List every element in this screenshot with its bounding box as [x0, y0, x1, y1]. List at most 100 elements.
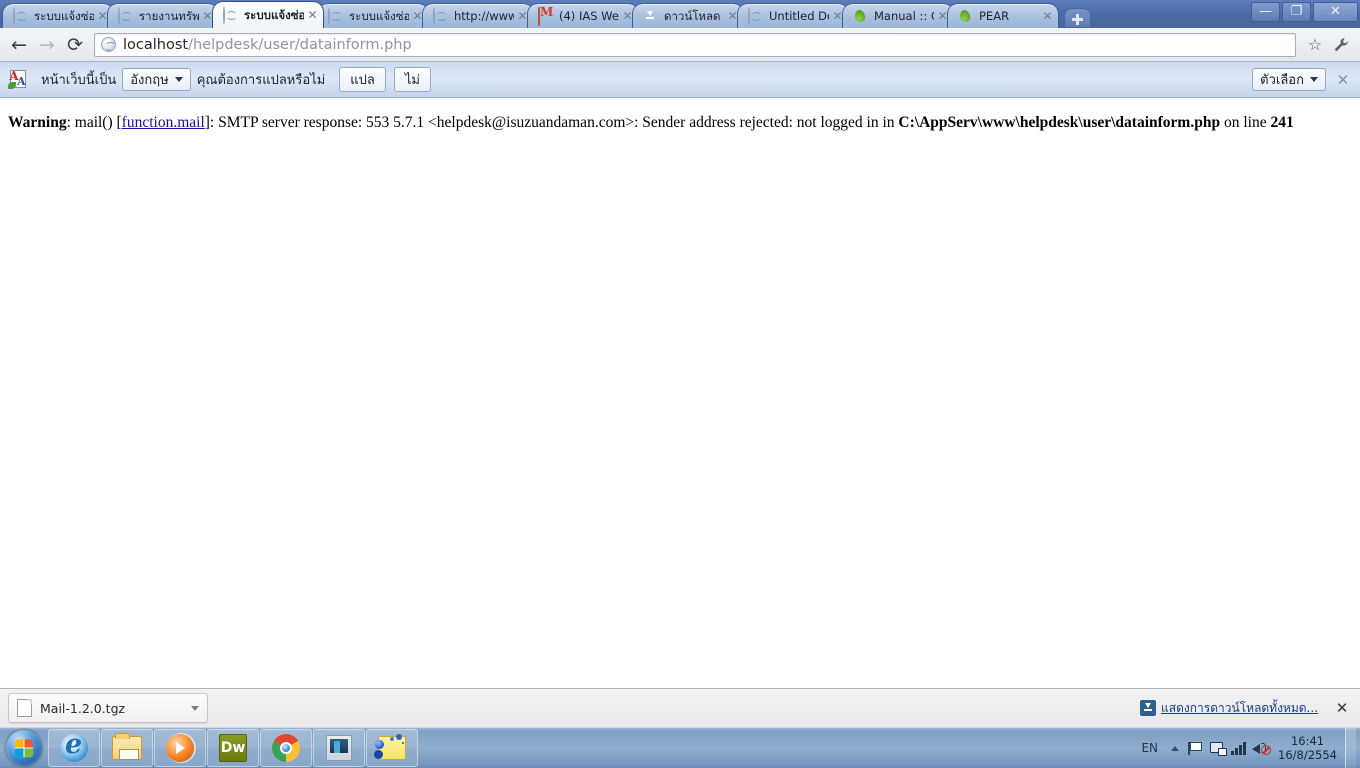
globe-icon	[118, 7, 134, 26]
address-bar[interactable]: localhost/helpdesk/user/datainform.php	[94, 32, 1296, 57]
media-player-icon	[166, 734, 194, 762]
source-language-value: อังกฤษ	[130, 73, 169, 88]
browser-tab-1[interactable]: ระบบแจ้งซ่อม ✕	[2, 3, 114, 28]
system-tray: EN 16:41 16/8/2554	[1133, 728, 1360, 768]
dreamweaver-icon: Dw	[219, 734, 247, 762]
pear-icon	[853, 8, 869, 24]
start-button[interactable]	[0, 728, 48, 768]
globe-icon	[433, 7, 449, 26]
maximize-button[interactable]: ❐	[1282, 2, 1311, 22]
function-mail-link[interactable]: function.mail	[122, 114, 205, 131]
wrench-menu-icon[interactable]	[1328, 32, 1354, 58]
folder-icon	[112, 733, 142, 760]
tab-title: ระบบแจ้งซ่อม	[349, 9, 409, 23]
warning-text-1: : mail() [	[66, 114, 122, 131]
chevron-up-icon	[1171, 745, 1180, 751]
globe-icon	[748, 7, 764, 26]
url-host: localhost	[123, 36, 189, 53]
warning-file-path: C:\AppServ\www\helpdesk\user\datainform.…	[898, 114, 1221, 131]
browser-tab-4[interactable]: ระบบแจ้งซ่อม ✕	[317, 3, 429, 28]
internet-explorer-icon	[60, 729, 88, 762]
show-all-downloads-label: แสดงการดาวน์โหลดทั้งหมด...	[1161, 700, 1318, 715]
globe-icon	[223, 6, 239, 25]
browser-tab-2[interactable]: รายงานทรัพย์สิ ✕	[107, 3, 219, 28]
monitor-icon	[326, 735, 352, 761]
chrome-icon	[272, 734, 300, 762]
globe-icon	[13, 7, 29, 26]
tab-strip: ระบบแจ้งซ่อม ✕ รายงานทรัพย์สิ ✕ ระบบแจ้ง…	[0, 0, 1360, 28]
tab-title: http://www.g	[454, 9, 514, 23]
decline-translate-button[interactable]: ไม่	[393, 67, 431, 92]
new-tab-button[interactable]	[1064, 8, 1091, 27]
warning-label: Warning	[8, 114, 67, 131]
browser-tab-10[interactable]: PEAR ✕	[947, 3, 1059, 28]
language-indicator[interactable]: EN	[1133, 741, 1166, 755]
taskbar-item-internet-explorer[interactable]	[48, 729, 100, 767]
clock[interactable]: 16:41 16/8/2554	[1272, 734, 1345, 762]
taskbar-item-windows-explorer[interactable]	[101, 729, 153, 767]
browser-tab-5[interactable]: http://www.g ✕	[422, 3, 534, 28]
page-viewport: Warning: mail() [function.mail]: SMTP se…	[0, 98, 1360, 692]
taskbar-item-dreamweaver[interactable]: Dw	[207, 729, 259, 767]
tab-close-icon[interactable]: ✕	[306, 9, 319, 22]
action-center-icon[interactable]	[1184, 733, 1206, 763]
back-icon[interactable]: ←	[6, 32, 32, 58]
shelf-close-icon[interactable]: ✕	[1332, 698, 1352, 718]
clock-date: 16/8/2554	[1278, 748, 1337, 762]
browser-toolbar: ← → ⟳ localhost/helpdesk/user/datainform…	[0, 28, 1360, 62]
pear-icon	[958, 8, 974, 24]
tab-title: ดาวน์โหลด	[664, 9, 721, 23]
translate-button[interactable]: แปล	[339, 67, 386, 92]
download-icon	[1140, 700, 1157, 716]
windows-taskbar: Dw EN 16:41 16/8/2554	[0, 727, 1360, 768]
chevron-down-icon	[174, 77, 183, 82]
browser-tab-6[interactable]: (4) IAS Webm ✕	[527, 3, 639, 28]
download-filename: Mail-1.2.0.tgz	[40, 700, 126, 716]
php-warning-message: Warning: mail() [function.mail]: SMTP se…	[8, 114, 1352, 133]
url-path: /helpdesk/user/datainform.php	[188, 36, 412, 53]
translate-prompt-prefix: หน้าเว็บนี้เป็น	[41, 73, 117, 88]
volume-muted-icon[interactable]	[1250, 733, 1272, 763]
network-icon[interactable]	[1206, 733, 1228, 763]
tab-title: Manual :: Cha	[874, 9, 934, 23]
browser-tab-7[interactable]: ดาวน์โหลด ✕	[632, 3, 744, 28]
browser-tab-9[interactable]: Manual :: Cha ✕	[842, 3, 954, 28]
minimize-button[interactable]: —	[1251, 2, 1280, 22]
tab-title: Untitled Docu	[769, 9, 829, 23]
warning-text-2: ]: SMTP server response: 553 5.7.1 <help…	[204, 114, 899, 131]
tab-title: PEAR	[979, 9, 1010, 23]
translate-options-label: ตัวเลือก	[1260, 73, 1304, 88]
close-window-button[interactable]: ✕	[1313, 2, 1358, 22]
reload-icon[interactable]: ⟳	[62, 32, 88, 58]
browser-tab-8[interactable]: Untitled Docu ✕	[737, 3, 849, 28]
chevron-down-icon[interactable]	[191, 705, 199, 711]
taskbar-item-chrome[interactable]	[260, 729, 312, 767]
appserv-icon	[375, 734, 406, 760]
show-desktop-button[interactable]	[1345, 728, 1356, 768]
taskbar-item-monitor-app[interactable]	[313, 729, 365, 767]
translate-icon: А A	[8, 68, 26, 89]
signal-strength-icon[interactable]	[1228, 733, 1250, 763]
tab-close-icon[interactable]: ✕	[1041, 10, 1054, 23]
page-globe-icon	[101, 37, 116, 52]
show-hidden-icons-button[interactable]	[1166, 733, 1184, 763]
tab-title: ระบบแจ้งซ่อม	[34, 9, 94, 23]
warning-line-number: 241	[1270, 114, 1294, 131]
bookmark-star-icon[interactable]: ☆	[1302, 32, 1328, 58]
translate-close-icon[interactable]: ✕	[1332, 69, 1354, 91]
taskbar-item-appserv[interactable]	[366, 729, 418, 767]
clock-time: 16:41	[1290, 734, 1325, 748]
browser-tab-3-active[interactable]: ระบบแจ้งซ่อม ✕	[212, 1, 324, 28]
forward-icon[interactable]: →	[34, 32, 60, 58]
file-icon	[17, 699, 32, 717]
translate-options-button[interactable]: ตัวเลือก	[1252, 68, 1326, 91]
download-icon	[643, 8, 659, 24]
downloads-shelf: Mail-1.2.0.tgz แสดงการดาวน์โหลดทั้งหมด..…	[0, 688, 1360, 727]
tab-title: ระบบแจ้งซ่อม	[244, 8, 304, 22]
taskbar-item-media-player[interactable]	[154, 729, 206, 767]
source-language-select[interactable]: อังกฤษ	[122, 68, 191, 91]
download-item[interactable]: Mail-1.2.0.tgz	[8, 693, 208, 723]
window-controls: — ❐ ✕	[1251, 2, 1358, 22]
show-all-downloads-link[interactable]: แสดงการดาวน์โหลดทั้งหมด...	[1140, 699, 1318, 718]
globe-icon	[328, 7, 344, 26]
